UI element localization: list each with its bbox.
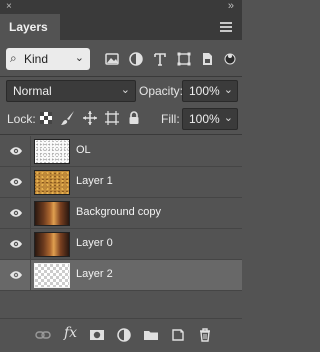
lock-label: Lock: [7, 112, 36, 126]
lock-image-pixels-icon[interactable] [60, 110, 76, 126]
fill-label: Fill: [161, 112, 180, 126]
separator [30, 167, 31, 197]
layer-row[interactable]: Layer 1 [0, 167, 242, 198]
lock-all-icon[interactable] [126, 110, 142, 126]
filter-kind-label: Kind [24, 52, 49, 66]
chevron-down-icon: ⌄ [223, 112, 233, 124]
layer-name[interactable]: Layer 0 [76, 237, 113, 249]
layer-name[interactable]: Layer 1 [76, 175, 113, 187]
delete-layer-icon[interactable] [197, 327, 213, 343]
separator [30, 260, 31, 290]
panel-title-bar: × » [0, 0, 242, 14]
panel-footer: fx [0, 318, 242, 352]
layers-panel: × » Layers ⌕ Kind ⌄ Normal ⌄ Opacity: 10… [0, 0, 242, 352]
eye-icon[interactable] [9, 239, 23, 249]
layer-row-selected[interactable]: Layer 2 [0, 260, 242, 291]
image-filter-icon[interactable] [104, 51, 120, 67]
panel-menu-icon[interactable] [220, 22, 232, 32]
eye-icon[interactable] [9, 177, 23, 187]
opacity-label: Opacity: [139, 84, 184, 98]
layer-thumbnail [34, 170, 70, 195]
divider [0, 134, 242, 135]
separator [30, 229, 31, 259]
divider [0, 76, 242, 77]
layer-name[interactable]: Background copy [76, 206, 161, 218]
fill-value: 100% [189, 112, 220, 126]
chevron-down-icon: ⌄ [223, 84, 233, 96]
close-panel-button[interactable]: × [6, 1, 12, 13]
fx-icon[interactable]: fx [64, 325, 77, 341]
chevron-down-icon: ⌄ [120, 84, 130, 96]
chevron-down-icon: ⌄ [74, 52, 84, 64]
eye-icon[interactable] [9, 270, 23, 280]
smart-object-filter-icon[interactable] [199, 51, 215, 67]
new-group-icon[interactable] [143, 327, 159, 343]
layer-thumbnail [34, 201, 70, 226]
layer-row[interactable]: Layer 0 [0, 229, 242, 260]
type-filter-icon[interactable] [152, 51, 168, 67]
adjustment-layer-icon[interactable] [116, 327, 132, 343]
filter-toggle-icon[interactable] [222, 51, 238, 67]
search-icon: ⌕ [10, 51, 17, 65]
opacity-value: 100% [189, 84, 220, 98]
separator [30, 136, 31, 166]
add-mask-icon[interactable] [89, 327, 105, 343]
lock-row: Lock: Fill: 100% ⌄ [0, 108, 242, 130]
tab-layers-label: Layers [9, 20, 48, 34]
collapse-panel-button[interactable]: » [228, 0, 234, 12]
panel-tab-bar: Layers [0, 14, 242, 40]
fill-field[interactable]: 100% ⌄ [182, 108, 238, 130]
layer-thumbnail [34, 139, 70, 164]
layer-row[interactable]: Background copy [0, 198, 242, 229]
filter-row: ⌕ Kind ⌄ [0, 48, 242, 72]
tab-layers[interactable]: Layers [0, 14, 60, 40]
link-layers-icon[interactable] [35, 327, 51, 343]
opacity-field[interactable]: 100% ⌄ [182, 80, 238, 102]
lock-transparent-pixels-icon[interactable] [38, 110, 54, 126]
layer-name[interactable]: OL [76, 144, 91, 156]
blend-mode-dropdown[interactable]: Normal ⌄ [6, 80, 136, 102]
blend-row: Normal ⌄ Opacity: 100% ⌄ [0, 80, 242, 102]
layer-name[interactable]: Layer 2 [76, 268, 113, 280]
eye-icon[interactable] [9, 208, 23, 218]
lock-artboard-icon[interactable] [104, 110, 120, 126]
lock-position-icon[interactable] [82, 110, 98, 126]
layer-row[interactable]: OL [0, 136, 242, 167]
adjustment-filter-icon[interactable] [128, 51, 144, 67]
shape-filter-icon[interactable] [176, 51, 192, 67]
layer-thumbnail [34, 232, 70, 257]
new-layer-icon[interactable] [170, 327, 186, 343]
eye-icon[interactable] [9, 146, 23, 156]
layers-list: OL Layer 1 Background copy Layer 0 Layer… [0, 136, 242, 291]
layer-thumbnail [34, 263, 70, 288]
blend-mode-value: Normal [13, 84, 52, 98]
filter-kind-dropdown[interactable]: ⌕ Kind ⌄ [6, 48, 90, 70]
separator [30, 198, 31, 228]
